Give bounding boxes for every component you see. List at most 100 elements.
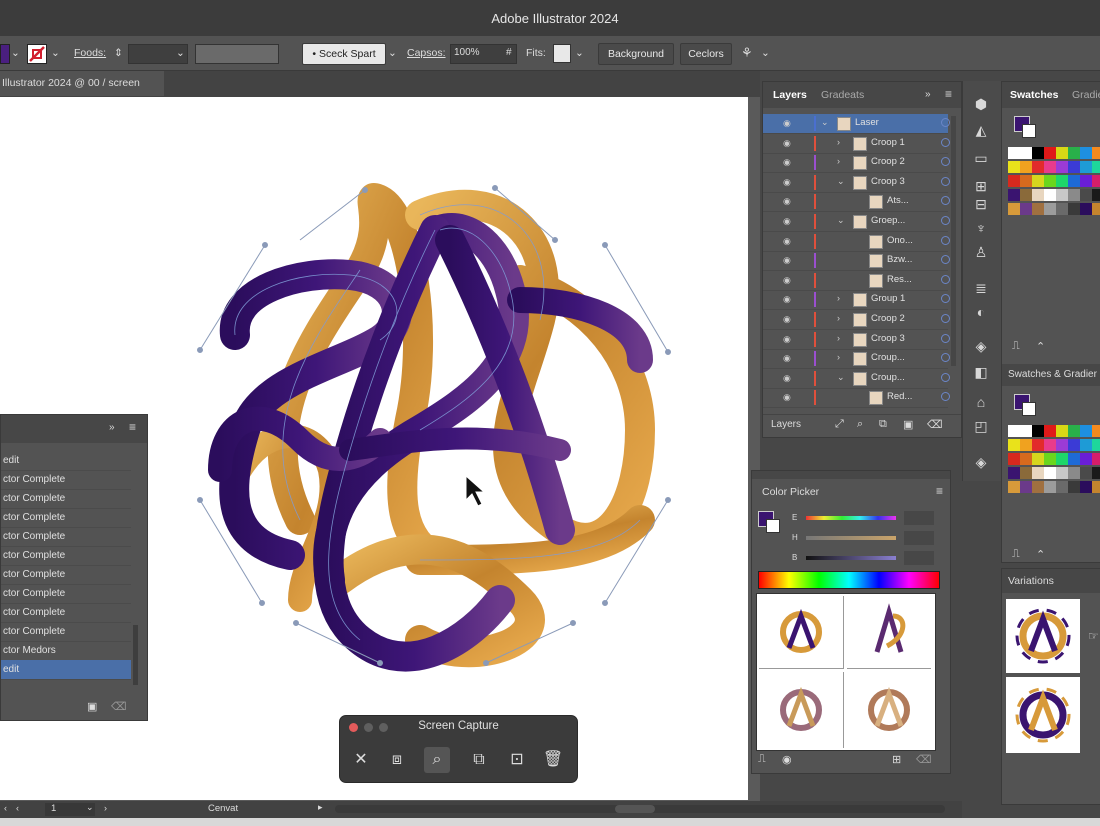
layers-stack-icon[interactable]: ◈ (969, 335, 993, 357)
swatch[interactable] (1092, 481, 1100, 493)
slider-track[interactable] (806, 556, 896, 560)
swatch[interactable] (1008, 147, 1020, 159)
target-circle-icon[interactable] (941, 353, 950, 363)
visibility-eye-icon[interactable]: ◉ (783, 216, 791, 227)
swatch[interactable] (1044, 161, 1056, 173)
target-circle-icon[interactable] (941, 137, 950, 147)
fill-stroke-indicator[interactable] (1014, 116, 1038, 140)
target-circle-icon[interactable] (941, 294, 950, 304)
clipping-mask-icon[interactable]: ⧉ (879, 418, 887, 431)
trash-icon[interactable]: 🗑 (540, 747, 566, 773)
visibility-eye-icon[interactable]: ◉ (783, 334, 791, 345)
visibility-eye-icon[interactable]: ◉ (783, 314, 791, 325)
swatch[interactable] (1092, 425, 1100, 437)
swatch[interactable] (1020, 439, 1032, 451)
visibility-eye-icon[interactable]: ◉ (783, 118, 791, 129)
history-row[interactable]: ctor Medors (1, 641, 131, 661)
swatch[interactable] (1080, 481, 1092, 493)
target-circle-icon[interactable] (941, 314, 950, 323)
swatch[interactable] (1032, 189, 1044, 201)
hand-icon[interactable]: ☞ (1088, 629, 1099, 643)
brush-library-icon[interactable]: ⌂ (969, 391, 993, 413)
disclosure-chevron-icon[interactable]: ⌄ (837, 372, 845, 383)
swatch[interactable] (1092, 439, 1100, 451)
swatch[interactable] (1056, 175, 1068, 187)
nav-prev-icon[interactable]: ‹ (16, 803, 19, 813)
panel-menu-icon[interactable]: ≡ (936, 484, 943, 498)
panel-menu-icon[interactable]: ≡ (945, 87, 952, 101)
locate-object-icon[interactable]: ⌕ (857, 418, 863, 431)
capture-selection-icon[interactable]: ⌕ (424, 747, 450, 773)
swatch[interactable] (1092, 189, 1100, 201)
recolor-icon[interactable]: ⚘ (741, 44, 753, 62)
document-icon[interactable]: ◰ (969, 415, 993, 437)
cube-icon[interactable]: ⬢ (969, 93, 993, 115)
disclosure-chevron-icon[interactable]: ⌄ (837, 215, 845, 226)
swatch[interactable] (1020, 147, 1032, 159)
fill-stroke-indicator[interactable] (758, 511, 782, 535)
pathfinder-icon[interactable]: ◐ (969, 301, 993, 323)
chevron-down-icon[interactable]: ⌄ (51, 44, 60, 62)
swatch[interactable] (1032, 161, 1044, 173)
swatch[interactable] (1020, 189, 1032, 201)
target-circle-icon[interactable] (941, 157, 950, 167)
swatch[interactable] (1056, 453, 1068, 465)
slider-value-field[interactable] (904, 551, 934, 565)
tab-swatches[interactable]: Swatches (1010, 82, 1058, 108)
history-row[interactable]: ctor Complete (1, 584, 131, 604)
swatch[interactable] (1008, 467, 1020, 479)
swatch[interactable] (1068, 453, 1080, 465)
fill-stroke-indicator-2[interactable] (1014, 394, 1038, 418)
disclosure-chevron-icon[interactable]: ⌄ (837, 176, 845, 187)
disclosure-chevron-icon[interactable]: › (837, 137, 840, 147)
nav-first-icon[interactable]: ‹ (4, 803, 7, 813)
chevron-down-icon[interactable]: ⌄ (761, 44, 770, 62)
swatch[interactable] (1008, 175, 1020, 187)
swatch-kind-icon[interactable]: ◉ (782, 753, 792, 766)
fill-swatch[interactable] (0, 44, 10, 64)
swatch[interactable] (1044, 481, 1056, 493)
history-row[interactable]: edit (1, 451, 131, 471)
capture-window-icon[interactable]: ⧈ (384, 747, 410, 773)
opacity-field[interactable]: 100% # (450, 44, 517, 64)
target-circle-icon[interactable] (941, 196, 950, 206)
trash-icon[interactable]: ⌫ (111, 700, 127, 713)
slider-value-field[interactable] (904, 511, 934, 525)
trash-icon[interactable]: ⌫ (916, 753, 932, 766)
collapse-icon[interactable]: » (925, 89, 931, 100)
history-row[interactable]: ctor Complete (1, 489, 131, 509)
swatch[interactable] (1092, 161, 1100, 173)
swatch[interactable] (1032, 467, 1044, 479)
swatch[interactable] (1080, 161, 1092, 173)
swatch[interactable] (1044, 175, 1056, 187)
disclosure-chevron-icon[interactable]: › (837, 333, 840, 343)
new-snapshot-icon[interactable]: ▣ (87, 700, 97, 713)
disclosure-chevron-icon[interactable]: › (837, 156, 840, 166)
swatch[interactable] (1068, 147, 1080, 159)
history-row[interactable]: ctor Complete (1, 527, 131, 547)
brush-definition-dropdown[interactable]: • Sceck Spart (302, 43, 386, 65)
swatch[interactable] (1080, 439, 1092, 451)
visibility-eye-icon[interactable]: ◉ (783, 392, 791, 403)
swatch[interactable] (1032, 175, 1044, 187)
history-row[interactable]: edit (1, 660, 131, 680)
swatch[interactable] (1032, 203, 1044, 215)
swatch[interactable] (1056, 425, 1068, 437)
preset-thumb[interactable] (759, 596, 844, 669)
swatch[interactable] (1080, 189, 1092, 201)
library-icon[interactable]: ⎍ (1012, 548, 1020, 561)
spectrum-bar[interactable] (758, 571, 940, 589)
visibility-eye-icon[interactable]: ◉ (783, 294, 791, 305)
new-sublayer-icon[interactable]: ▣ (903, 418, 913, 431)
fits-swatch[interactable] (553, 44, 571, 63)
lines-icon[interactable]: ≣ (969, 277, 993, 299)
swatch[interactable] (1092, 147, 1100, 159)
layer-row[interactable]: ◉ › Croop 3 (763, 330, 950, 350)
document-tab[interactable]: Illustrator 2024 @ 00 / screen (0, 71, 164, 96)
swatch-grid[interactable] (1008, 147, 1100, 247)
swatch-kind-icon[interactable]: ⌃ (1036, 548, 1045, 561)
target-circle-icon[interactable] (941, 333, 950, 343)
history-row[interactable]: ctor Complete (1, 565, 131, 585)
swatch[interactable] (1068, 189, 1080, 201)
tab-gradient[interactable]: Gradie (1072, 82, 1100, 108)
